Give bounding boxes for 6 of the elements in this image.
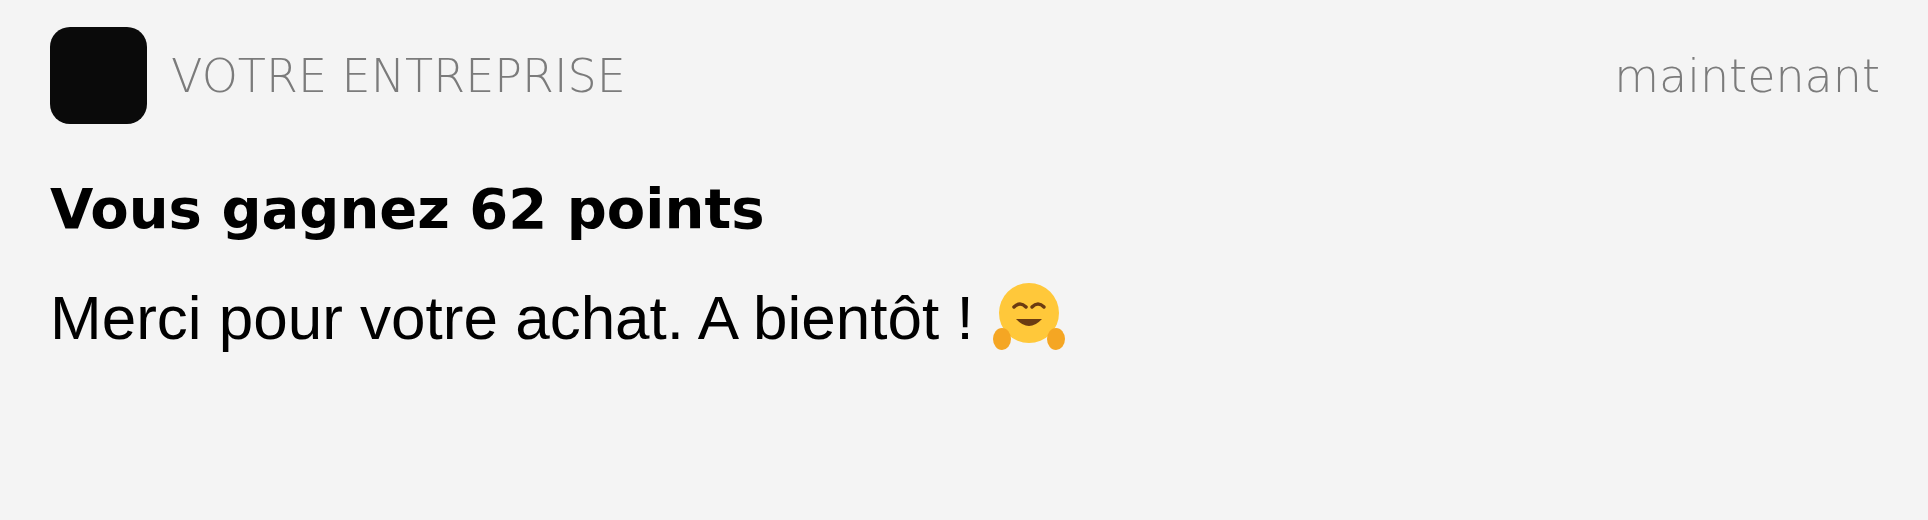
timestamp: maintenant [1614, 48, 1880, 103]
notification-body: Merci pour votre achat. A bientôt ! [50, 281, 974, 353]
hugging-emoji-icon [991, 281, 1066, 353]
app-logo-icon [50, 27, 147, 124]
notification-title: Vous gagnez 62 points [50, 176, 766, 241]
app-name: VOTRE ENTREPRISE [171, 48, 626, 103]
